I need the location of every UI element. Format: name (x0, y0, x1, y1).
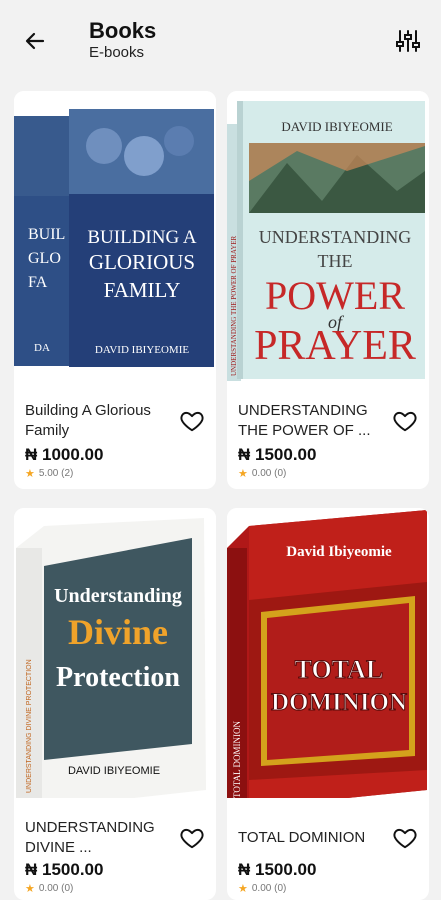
cover-line1: TOTAL (295, 655, 384, 684)
sliders-icon (396, 30, 420, 52)
product-name[interactable]: Building A Glorious Family (25, 401, 165, 441)
heart-icon (393, 828, 417, 849)
product-rating: ★ 5.00 (2) (25, 467, 73, 480)
cover-line2: GLORIOUS (89, 250, 195, 274)
cover-title-back: FA (28, 274, 48, 291)
filter-button[interactable] (391, 24, 425, 58)
rating-text: 0.00 (0) (251, 468, 287, 479)
cover-line2: Divine (68, 612, 168, 652)
book-cover[interactable]: Understanding Divine Protection DAVID IB… (14, 508, 216, 798)
cover-line3: Protection (56, 662, 180, 693)
cover-author: David Ibiyeomie (286, 544, 392, 560)
book-cover[interactable]: BUIL GLO FA DA BUILDING A GLORIOUS FAMIL… (14, 91, 216, 381)
product-price: ₦ 1500.00 (25, 860, 104, 879)
rating-text: 0.00 (0) (38, 883, 74, 894)
star-icon: ★ (238, 468, 248, 480)
cover-spine: UNDERSTANDING DIVINE PROTECTION (26, 659, 33, 793)
heart-icon (180, 411, 204, 432)
cover-line1: BUILDING A (87, 227, 197, 248)
cover-line1: UNDERSTANDING (259, 227, 412, 247)
page-subtitle: E-books (89, 44, 145, 61)
cover-spine: TOTAL DOMINION (232, 720, 242, 798)
cover-line1: Understanding (54, 585, 182, 607)
cover-spine: UNDERSTANDING THE POWER OF PRAYER (230, 235, 238, 376)
cover-author-back: DA (34, 342, 50, 354)
book-cover[interactable]: DAVID IBIYEOMIE UNDERSTANDING THE POWER … (227, 91, 429, 381)
favorite-button[interactable] (176, 405, 208, 437)
header-titles: Books E-books (89, 18, 156, 62)
product-card[interactable]: David Ibiyeomie TOTAL DOMINION TOTAL DOM… (227, 508, 429, 900)
cover-title-back: BUIL (28, 226, 65, 243)
cover-author: DAVID IBIYEOMIE (281, 119, 392, 134)
product-name[interactable]: UNDERSTANDING THE POWER OF ... (238, 401, 378, 441)
app-bar: Books E-books (0, 0, 441, 86)
cover-line3: FAMILY (104, 278, 181, 302)
arrow-left-icon (25, 32, 45, 50)
heart-icon (393, 411, 417, 432)
product-name[interactable]: TOTAL DOMINION (238, 828, 378, 848)
product-price: ₦ 1500.00 (238, 445, 317, 464)
cover-author: DAVID IBIYEOMIE (95, 344, 189, 356)
favorite-button[interactable] (176, 822, 208, 854)
product-card[interactable]: BUIL GLO FA DA BUILDING A GLORIOUS FAMIL… (14, 91, 216, 489)
product-rating: ★ 0.00 (0) (238, 467, 286, 480)
product-rating: ★ 0.00 (0) (238, 882, 286, 895)
back-button[interactable] (18, 24, 52, 58)
cover-line2: DOMINION (271, 689, 407, 716)
cover-line2: THE (318, 251, 353, 271)
product-price: ₦ 1500.00 (238, 860, 317, 879)
product-price: ₦ 1000.00 (25, 445, 104, 464)
cover-line5: PRAYER (254, 323, 416, 369)
product-card[interactable]: Understanding Divine Protection DAVID IB… (14, 508, 216, 900)
favorite-button[interactable] (389, 405, 421, 437)
favorite-button[interactable] (389, 822, 421, 854)
cover-author: DAVID IBIYEOMIE (68, 765, 160, 777)
product-rating: ★ 0.00 (0) (25, 882, 73, 895)
star-icon: ★ (238, 883, 248, 895)
product-name[interactable]: UNDERSTANDING DIVINE ... (25, 818, 165, 858)
heart-icon (180, 828, 204, 849)
star-icon: ★ (25, 468, 35, 480)
product-card[interactable]: DAVID IBIYEOMIE UNDERSTANDING THE POWER … (227, 91, 429, 489)
star-icon: ★ (25, 883, 35, 895)
rating-text: 5.00 (2) (38, 468, 74, 479)
book-cover[interactable]: David Ibiyeomie TOTAL DOMINION TOTAL DOM… (227, 508, 429, 798)
page-title: Books (89, 18, 157, 43)
rating-text: 0.00 (0) (251, 883, 287, 894)
cover-title-back: GLO (28, 250, 61, 267)
